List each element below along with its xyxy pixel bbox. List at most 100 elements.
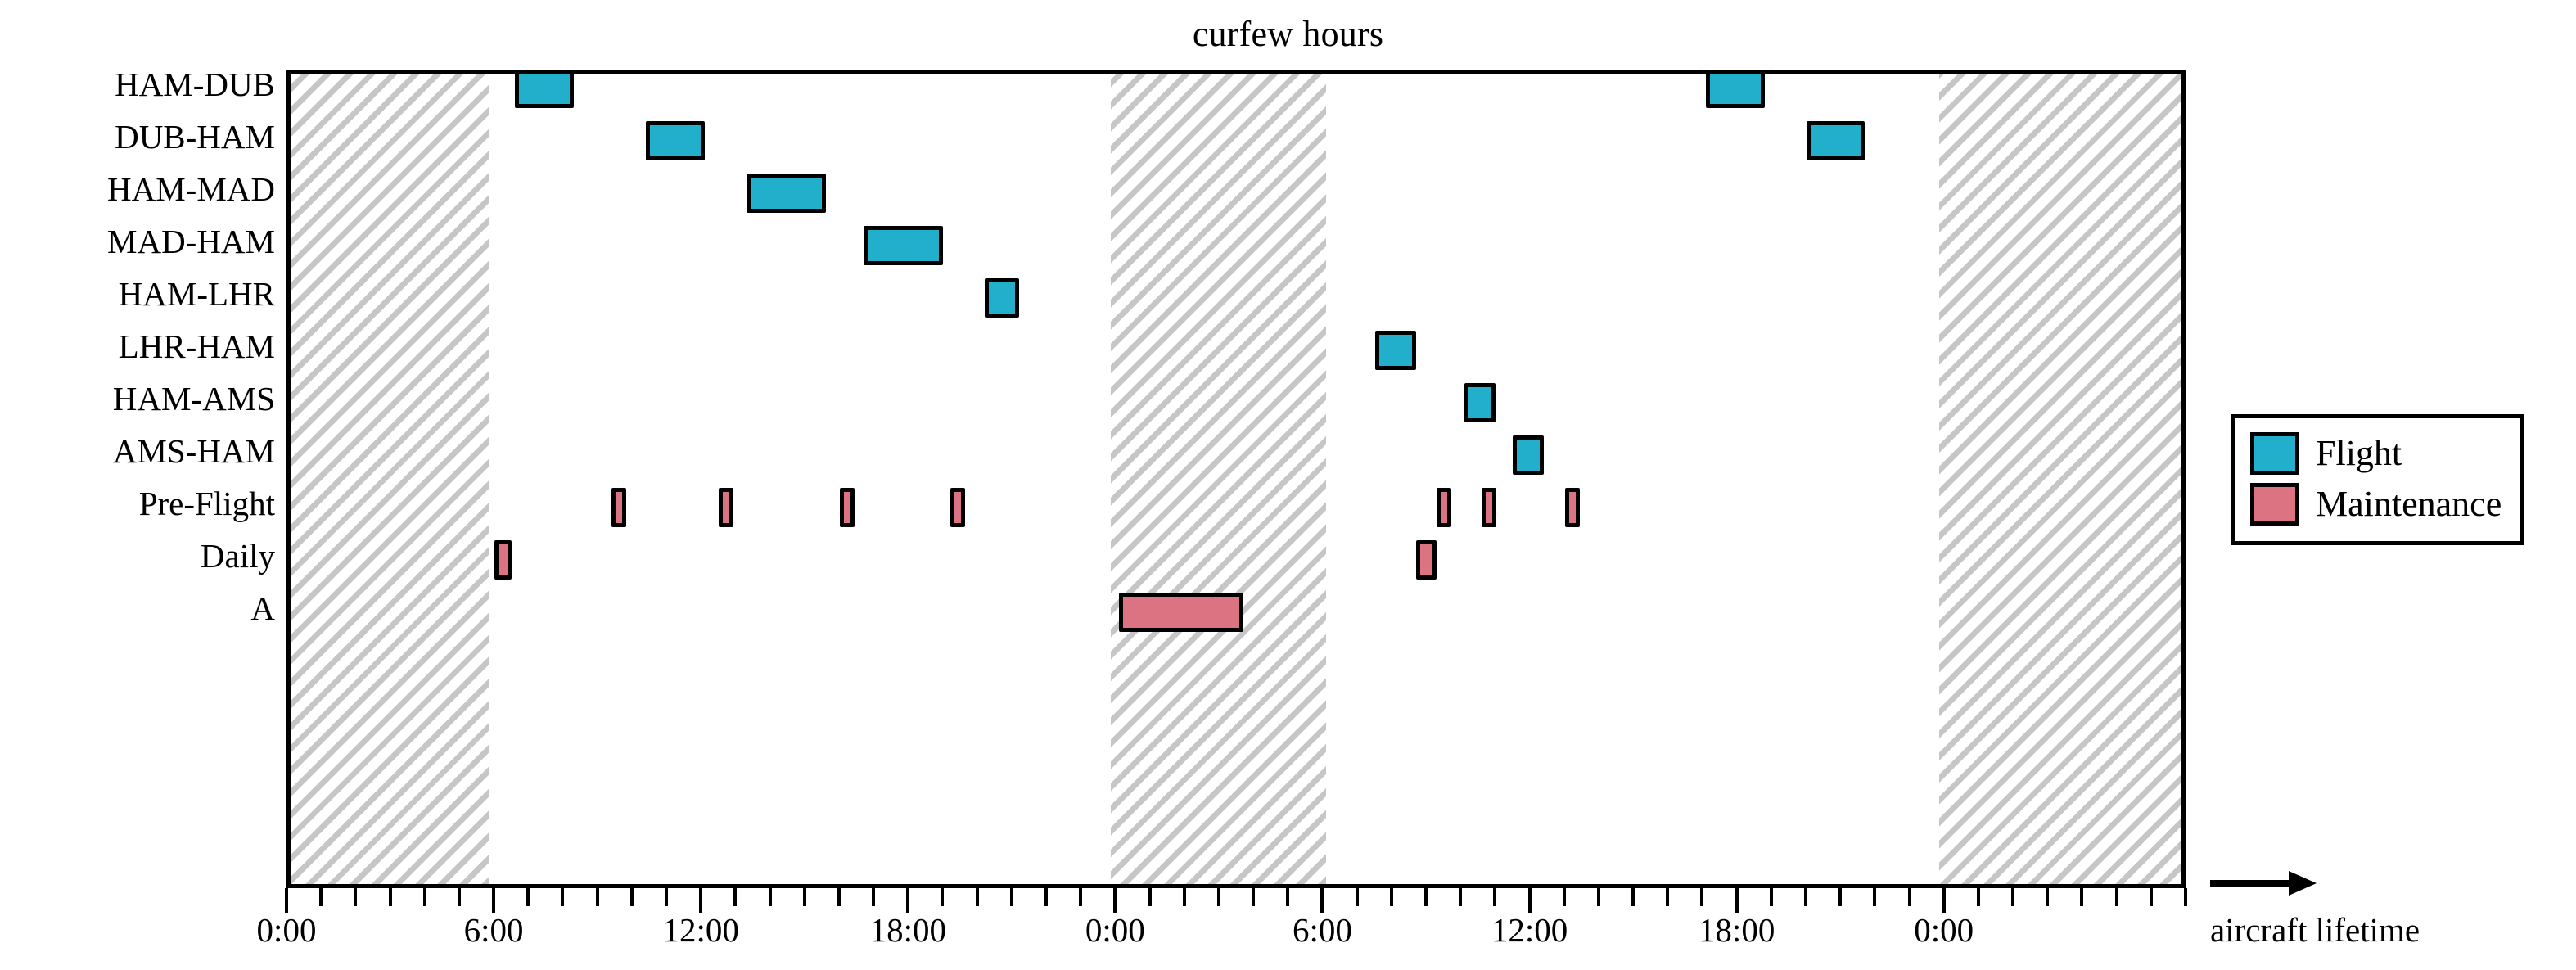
x-tick-label-12h: 12:00: [662, 911, 739, 949]
legend-item-maintenance[interactable]: Maintenance: [2250, 479, 2502, 530]
x-tick-46h: [1873, 888, 1877, 906]
task-bar-flight-1[interactable]: [646, 121, 706, 160]
x-tick-38h: [1596, 888, 1600, 906]
x-tick-1h: [319, 888, 323, 906]
legend-label-maintenance: Maintenance: [2316, 484, 2502, 524]
task-bar-maintenance-18[interactable]: [1416, 540, 1437, 580]
task-bar-maintenance-12[interactable]: [839, 488, 855, 527]
x-tick-33h: [1424, 888, 1428, 906]
x-tick-48h: [1942, 888, 1946, 913]
task-bar-maintenance-11[interactable]: [719, 488, 734, 527]
plot-area: [286, 70, 2186, 888]
task-bar-flight-2[interactable]: [746, 174, 826, 213]
x-tick-51h: [2046, 888, 2050, 906]
task-bar-flight-7[interactable]: [1374, 331, 1417, 370]
task-bar-flight-4[interactable]: [984, 278, 1020, 318]
x-tick-53h: [2114, 888, 2118, 906]
x-tick-15h: [802, 888, 806, 906]
x-tick-24h: [1113, 888, 1117, 913]
x-tick-17h: [872, 888, 876, 906]
x-tick-label-48h: 0:00: [1914, 911, 1974, 949]
x-tick-41h: [1700, 888, 1704, 906]
legend-swatch-flight-icon: [2250, 432, 2299, 475]
x-tick-29h: [1286, 888, 1290, 906]
x-tick-label-42h: 18:00: [1698, 911, 1775, 949]
x-tick-label-6h: 6:00: [463, 911, 524, 949]
x-tick-35h: [1493, 888, 1497, 906]
x-tick-36h: [1527, 888, 1532, 913]
task-bar-maintenance-17[interactable]: [494, 540, 512, 580]
task-bar-maintenance-19[interactable]: [1119, 593, 1244, 632]
y-axis-label-lhr-ham: LHR-HAM: [118, 327, 275, 365]
task-bar-maintenance-14[interactable]: [1437, 488, 1452, 527]
x-tick-8h: [561, 888, 565, 906]
arrow-shaft: [2210, 880, 2292, 887]
task-bar-maintenance-10[interactable]: [611, 488, 627, 527]
y-axis-label-ham-lhr: HAM-LHR: [118, 275, 275, 313]
y-axis-label-a: A: [250, 589, 275, 627]
x-tick-39h: [1631, 888, 1635, 906]
chart-title: curfew hours: [1192, 14, 1384, 54]
x-tick-32h: [1389, 888, 1393, 906]
curfew-band-2: [1939, 74, 2181, 884]
task-bar-maintenance-16[interactable]: [1564, 488, 1580, 527]
x-tick-28h: [1252, 888, 1256, 906]
y-axis-label-pre-flight: Pre-Flight: [138, 485, 275, 522]
x-tick-45h: [1838, 888, 1843, 906]
curfew-band-1: [1110, 74, 1327, 884]
task-bar-flight-8[interactable]: [1464, 383, 1496, 422]
task-bar-maintenance-13[interactable]: [950, 488, 965, 527]
x-tick-label-36h: 12:00: [1491, 911, 1568, 949]
x-tick-7h: [526, 888, 530, 906]
x-tick-20h: [975, 888, 979, 906]
y-axis-label-mad-ham: MAD-HAM: [107, 223, 275, 260]
x-tick-18h: [906, 888, 910, 913]
curfew-band-0: [291, 74, 489, 884]
task-bar-maintenance-15[interactable]: [1482, 488, 1497, 527]
x-tick-2h: [354, 888, 358, 906]
chart-root: curfew hours HAM-DUB DUB-HAM HAM-MAD MAD-HA…: [0, 0, 2576, 970]
x-tick-label-18h: 18:00: [869, 911, 946, 949]
x-tick-50h: [2011, 888, 2015, 906]
task-bar-flight-3[interactable]: [864, 226, 944, 265]
x-tick-44h: [1804, 888, 1807, 906]
x-axis-title: aircraft lifetime: [2210, 911, 2420, 949]
legend-swatch-maintenance-icon: [2250, 483, 2299, 526]
x-tick-6h: [492, 888, 496, 913]
task-bar-flight-6[interactable]: [1806, 121, 1865, 160]
x-tick-27h: [1216, 888, 1220, 906]
legend-item-flight[interactable]: Flight: [2250, 428, 2502, 479]
axis-arrow-icon: [2210, 871, 2317, 896]
x-tick-label-30h: 6:00: [1293, 911, 1352, 949]
y-axis-label-ham-mad: HAM-MAD: [107, 170, 275, 208]
x-tick-3h: [388, 888, 392, 906]
x-tick-43h: [1769, 888, 1773, 906]
x-tick-10h: [629, 888, 634, 906]
x-tick-25h: [1148, 888, 1152, 906]
legend-label-flight: Flight: [2316, 433, 2402, 473]
x-tick-26h: [1182, 888, 1186, 906]
x-tick-5h: [457, 888, 461, 906]
x-tick-55h: [2184, 888, 2187, 906]
y-axis-label-dub-ham: DUB-HAM: [115, 118, 275, 156]
x-tick-12h: [699, 888, 703, 913]
x-tick-52h: [2080, 888, 2084, 906]
x-tick-9h: [595, 888, 599, 906]
task-bar-flight-0[interactable]: [515, 74, 574, 108]
plot-inner: [291, 74, 2181, 884]
x-tick-37h: [1562, 888, 1566, 906]
x-tick-label-24h: 0:00: [1085, 911, 1145, 949]
task-bar-flight-9[interactable]: [1513, 435, 1545, 475]
task-bar-flight-5[interactable]: [1706, 74, 1766, 108]
y-axis-labels: HAM-DUB DUB-HAM HAM-MAD MAD-HAM HAM-LHR LHR-H…: [0, 65, 275, 888]
x-tick-30h: [1320, 888, 1324, 913]
x-tick-47h: [1907, 888, 1911, 906]
x-tick-label-0h: 0:00: [256, 911, 317, 949]
y-axis-label-daily: Daily: [200, 537, 275, 575]
x-tick-19h: [941, 888, 945, 906]
x-tick-42h: [1735, 888, 1739, 913]
x-tick-49h: [1976, 888, 1980, 906]
y-axis-label-ams-ham: AMS-HAM: [112, 432, 275, 470]
x-tick-40h: [1666, 888, 1670, 906]
x-tick-34h: [1459, 888, 1463, 906]
